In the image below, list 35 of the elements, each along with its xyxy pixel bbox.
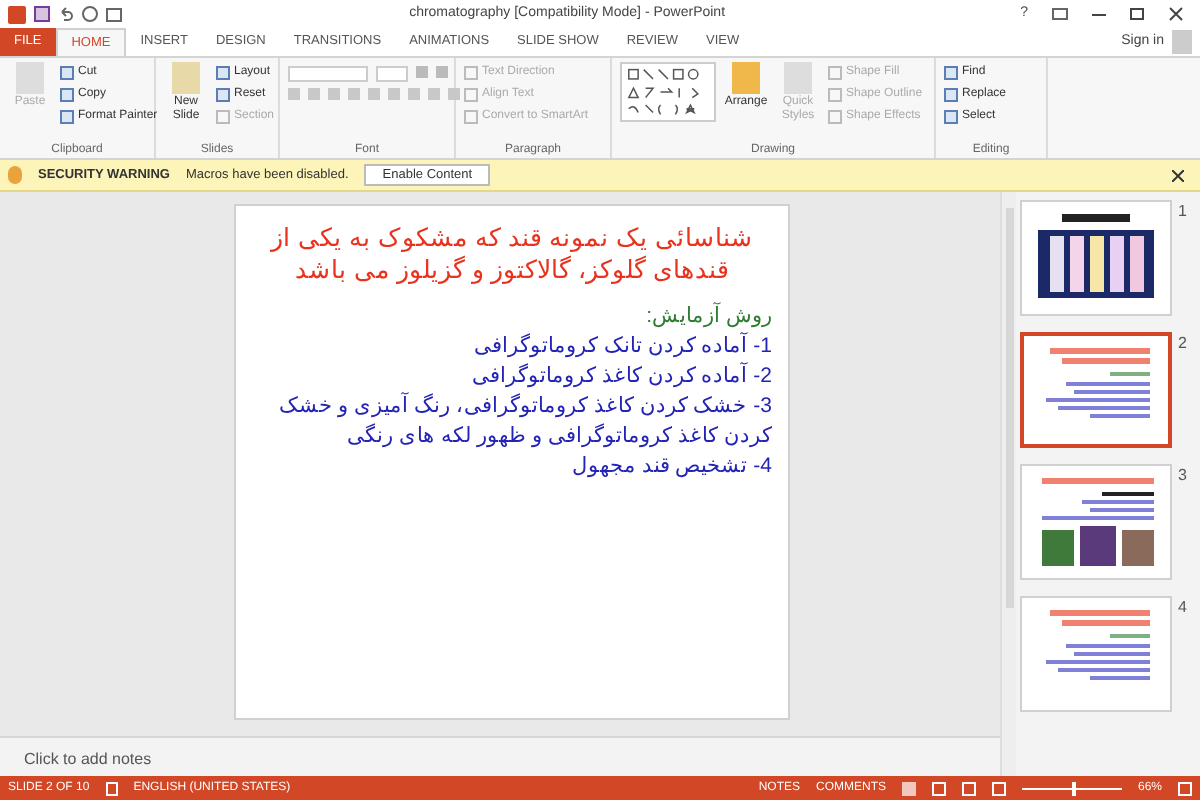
slide-number: 4 [1178,596,1187,620]
reading-view-icon[interactable] [961,781,976,795]
command-icon [732,62,760,94]
maximize-icon[interactable] [1130,8,1144,20]
save-icon[interactable] [34,6,50,22]
warning-icon [8,166,22,184]
ribbon-display-icon[interactable] [1052,8,1068,20]
minimize-icon[interactable] [1092,13,1106,15]
shapes-gallery-icon[interactable] [620,62,716,122]
close-icon[interactable] [1168,6,1184,22]
slide-subtitle: روش آزمایش: [646,302,772,332]
slide-thumbnail[interactable] [1020,332,1172,448]
command-icon [784,62,812,94]
font-size-field[interactable] [376,66,408,82]
slide-list-item: 4- تشخیص قند مجهول [569,452,772,482]
slideshow-icon[interactable] [106,7,122,21]
slide-number: 3 [1178,464,1187,488]
spelling-icon[interactable] [105,781,118,795]
slide-title: شناسائی یک نمونه قند که مشکوک به یکی از قندهای گلوکز، گالاکتوز و گزیلوز می باشد [268,222,755,286]
app-logo-icon [8,5,26,23]
slide-number: 1 [1178,200,1187,224]
slide-list-item: 1- آماده کردن تانک کروماتوگرافی [471,332,772,362]
font-name-field[interactable] [288,66,368,82]
slide-number: 2 [1178,332,1187,356]
slide-sorter-icon[interactable] [931,781,946,795]
fit-slide-icon[interactable] [1178,781,1192,795]
normal-view-icon[interactable] [901,781,916,795]
undo-icon[interactable] [58,6,74,22]
close-icon[interactable] [1172,169,1184,181]
slide-list-item: 2- آماده کردن کاغذ کروماتوگرافی [469,362,772,392]
slide-list-item: 3- خشک کردن کاغذ کروماتوگرافی، رنگ آمیزی و خشک کردن کاغذ کروماتوگرافی و ظهور لکه های رنگی [276,392,772,452]
zoom-thumb[interactable] [1071,781,1076,795]
command-icon [172,62,200,94]
command-icon [16,62,44,94]
scrollbar[interactable] [1000,192,1016,776]
